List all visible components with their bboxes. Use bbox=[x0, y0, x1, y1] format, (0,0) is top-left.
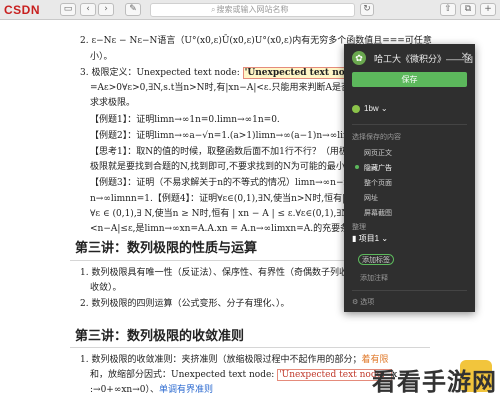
list-item-properties-2: 2. 数列极限的四则运算（公式变形、分子有理化、）。 bbox=[80, 299, 290, 309]
line-epsilon-n-cont: 小）。 bbox=[90, 52, 113, 62]
notebook-icon: ▮ bbox=[352, 234, 357, 243]
link-monotone-bounded[interactable]: 单调有界准则 bbox=[159, 385, 213, 395]
avatar bbox=[352, 104, 360, 113]
example-4-end: <n−A|≤ε,是limn→∞xn=A.A.xn = A.n→∞limxn=A.… bbox=[90, 224, 368, 234]
think-1: 【思考1】：取N的值的时候，取整函数后面不加1行不行？（用极 bbox=[90, 147, 348, 157]
back-icon[interactable]: ‹ bbox=[80, 3, 96, 16]
list-item-properties-1-cont: 收敛）。 bbox=[90, 283, 122, 293]
clip-option-article[interactable]: 网页正文 bbox=[364, 148, 392, 158]
chevron-down-icon: ⌄ bbox=[380, 104, 388, 113]
section-title-properties: 第三讲：数列极限的性质与运算 bbox=[75, 241, 258, 256]
add-tag-button[interactable]: 添加标签 bbox=[358, 254, 394, 265]
site-logo[interactable]: CSDN bbox=[4, 3, 40, 17]
list-item-convergence-1: 1. 数列极限的收敛准则：夹挤准则（放缩极限过程中不起作用的部分；着有限 bbox=[80, 355, 389, 365]
chevron-down-icon: ⌄ bbox=[381, 234, 389, 243]
line-limit-def-end: 求求极限。 bbox=[90, 98, 136, 108]
evernote-extension-icon[interactable]: ✎ bbox=[125, 3, 141, 16]
notebook-selector[interactable]: ▮ 项目1 ⌄ bbox=[352, 233, 388, 244]
close-icon[interactable]: ✕ bbox=[461, 51, 469, 62]
tabs-icon[interactable]: ⧉ bbox=[460, 3, 476, 16]
example-4-cont: ∀ε ∈ (0,1),∃ N,使当n ≥ N时,恒有 | xn − A | ≤ … bbox=[90, 209, 361, 219]
evernote-elephant-icon: ✿ bbox=[352, 51, 366, 65]
reload-icon[interactable]: ↻ bbox=[360, 3, 374, 16]
add-note-link[interactable]: 添加注释 bbox=[360, 273, 388, 283]
gear-icon: ⚙ bbox=[352, 299, 359, 306]
clip-title[interactable]: 哈工大《微积分》——函 bbox=[374, 52, 473, 65]
example-1: 【例题1】：证明limn→∞1n=0.limn→∞1n=0. bbox=[90, 115, 280, 125]
divider bbox=[352, 290, 467, 291]
clip-option-screenshot[interactable]: 屏幕截图 bbox=[364, 208, 392, 218]
example-4: n→∞limnn=1.【例题4】：证明∀ε∈(0,1),∃N,使当n>N时,恒有… bbox=[90, 194, 351, 204]
line-limit-def-cont: =Aε>0∀ε>0,∃N,s.t当n>N时,有|xn−A|<ε.只能用来判断A是… bbox=[90, 83, 380, 93]
panel-header: ✿ 哈工大《微积分》——函 ✕ bbox=[344, 44, 475, 72]
divider bbox=[352, 124, 467, 125]
selected-dot-icon bbox=[355, 165, 359, 169]
clip-type-label: 选择保存的内容 bbox=[352, 134, 401, 141]
browser-toolbar: CSDN ▭ ‹ › ✎ ⌕ 搜索或输入网站名称 ↻ ⇧ ⧉ + bbox=[0, 0, 500, 20]
clip-option-full-page[interactable]: 整个页面 bbox=[364, 178, 392, 188]
share-icon[interactable]: ⇧ bbox=[440, 3, 456, 16]
save-button[interactable]: 保存 bbox=[352, 72, 467, 87]
search-icon: ⌕ bbox=[211, 5, 216, 14]
organize-label: 整理 bbox=[352, 224, 366, 231]
list-item-convergence-1-end: :→0+∞xn→0）、单调有界准则 bbox=[90, 385, 213, 395]
section-divider bbox=[70, 347, 430, 348]
line-limit-definition: 3. 极限定义：Unexpected text node: 'Unexpecte… bbox=[80, 67, 381, 79]
clip-option-url[interactable]: 网址 bbox=[364, 193, 378, 203]
example-2: 【例题2】：证明limn→∞a−√n=1.(a>1)limn→∞(a−1)n→∞… bbox=[90, 131, 352, 141]
watermark-text: 看看手游网 bbox=[372, 368, 497, 396]
options-link[interactable]: ⚙ 选项 bbox=[352, 297, 374, 307]
add-tab-icon[interactable]: + bbox=[480, 3, 496, 16]
example-3: 【例题3】：证明（不易求解关于n的不等式的情况）limn→∞n−n bbox=[90, 178, 350, 188]
think-1-cont: 极限就是要找到合题的N,找到即可,不要求找到的N为可能的最小值 bbox=[90, 162, 354, 172]
forward-icon[interactable]: › bbox=[98, 3, 114, 16]
clip-option-simplified[interactable]: 隐藏广告 bbox=[355, 163, 392, 173]
evernote-clipper-panel: ✿ 哈工大《微积分》——函 ✕ 保存 1bw ⌄ 选择保存的内容 网页正文 隐藏… bbox=[344, 44, 475, 312]
url-placeholder: 搜索或输入网站名称 bbox=[216, 5, 289, 14]
sidebar-toggle-icon[interactable]: ▭ bbox=[60, 3, 76, 16]
section-title-convergence: 第三讲：数列极限的收敛准则 bbox=[75, 329, 245, 344]
url-bar[interactable]: ⌕ 搜索或输入网站名称 bbox=[150, 3, 355, 17]
list-item-convergence-1-cont: 和，放缩部分因式：Unexpected text node: 'Unexpect… bbox=[90, 369, 398, 381]
list-item-properties-1: 1. 数列极限具有唯一性（反证法）、保序性、有界性（奇偶数子列收 bbox=[80, 268, 348, 278]
account-selector[interactable]: 1bw ⌄ bbox=[352, 104, 388, 113]
